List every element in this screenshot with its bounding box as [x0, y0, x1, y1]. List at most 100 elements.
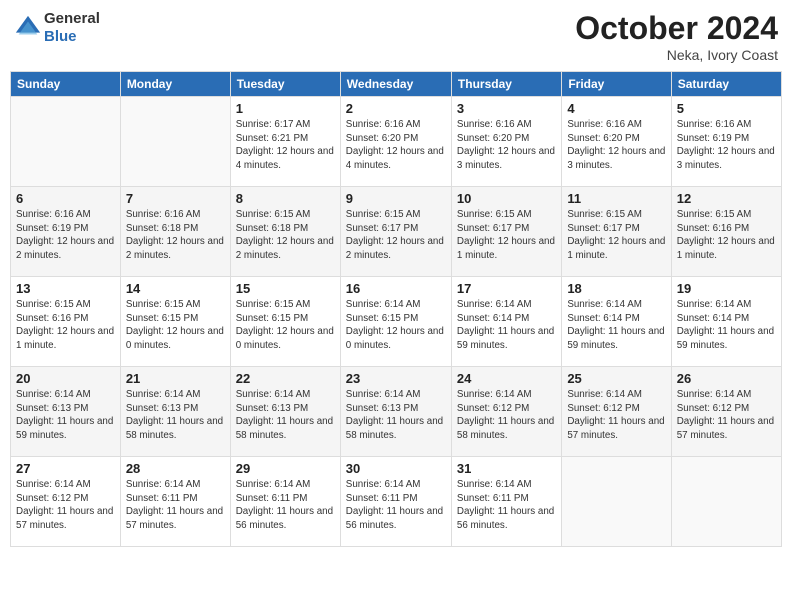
calendar-table: SundayMondayTuesdayWednesdayThursdayFrid…: [10, 71, 782, 547]
calendar-day-cell: 13 Sunrise: 6:15 AMSunset: 6:16 PMDayligh…: [11, 277, 121, 367]
location: Neka, Ivory Coast: [575, 47, 778, 63]
day-number: 20: [16, 371, 115, 386]
calendar-day-cell: 25Sunrise: 6:14 AMSunset: 6:12 PMDayligh…: [562, 367, 671, 457]
page-header: General Blue October 2024 Neka, Ivory Co…: [10, 10, 782, 63]
calendar-week-row: 13 Sunrise: 6:15 AMSunset: 6:16 PMDayligh…: [11, 277, 782, 367]
day-info: Sunrise: 6:14 AMSunset: 6:11 PMDaylight:…: [457, 478, 556, 533]
day-info: Sunrise: 6:14 AMSunset: 6:11 PMDaylight:…: [236, 478, 335, 533]
logo-blue: Blue: [44, 28, 77, 45]
day-info: Sunrise: 6:14 AMSunset: 6:14 PMDaylight:…: [457, 298, 556, 353]
day-number: 31: [457, 461, 556, 476]
calendar-day-cell: 7 Sunrise: 6:16 AMSunset: 6:18 PMDaylight…: [120, 187, 230, 277]
weekday-header: Tuesday: [230, 72, 340, 97]
logo-general: General: [44, 10, 100, 27]
day-info: Sunrise: 6:15 AMSunset: 6:16 PMDaylight:…: [677, 208, 776, 263]
calendar-day-cell: 4 Sunrise: 6:16 AMSunset: 6:20 PMDaylight…: [562, 97, 671, 187]
weekday-header: Saturday: [671, 72, 781, 97]
day-number: 27: [16, 461, 115, 476]
calendar-day-cell: 24 Sunrise: 6:14 AMSunset: 6:12 PMDayligh…: [451, 367, 561, 457]
day-number: 28: [126, 461, 225, 476]
calendar-day-cell: 5Sunrise: 6:16 AMSunset: 6:19 PMDaylight…: [671, 97, 781, 187]
calendar-week-row: 20 Sunrise: 6:14 AMSunset: 6:13 PMDayligh…: [11, 367, 782, 457]
calendar-day-cell: 22 Sunrise: 6:14 AMSunset: 6:13 PMDayligh…: [230, 367, 340, 457]
calendar-day-cell: 19 Sunrise: 6:14 AMSunset: 6:14 PMDayligh…: [671, 277, 781, 367]
calendar-day-cell: 9 Sunrise: 6:15 AMSunset: 6:17 PMDaylight…: [340, 187, 451, 277]
day-info: Sunrise: 6:15 AMSunset: 6:15 PMDaylight:…: [126, 298, 225, 353]
day-number: 22: [236, 371, 335, 386]
calendar-day-cell: 16Sunrise: 6:14 AMSunset: 6:15 PMDayligh…: [340, 277, 451, 367]
day-number: 13: [16, 281, 115, 296]
day-number: 30: [346, 461, 446, 476]
weekday-header: Wednesday: [340, 72, 451, 97]
calendar-day-cell: 30 Sunrise: 6:14 AMSunset: 6:11 PMDayligh…: [340, 457, 451, 547]
day-number: 6: [16, 191, 115, 206]
day-info: Sunrise: 6:14 AMSunset: 6:13 PMDaylight:…: [16, 388, 115, 443]
title-block: October 2024 Neka, Ivory Coast: [575, 10, 778, 63]
calendar-day-cell: 10 Sunrise: 6:15 AMSunset: 6:17 PMDayligh…: [451, 187, 561, 277]
day-number: 7: [126, 191, 225, 206]
day-number: 24: [457, 371, 556, 386]
day-number: 8: [236, 191, 335, 206]
day-number: 25: [567, 371, 665, 386]
weekday-header: Monday: [120, 72, 230, 97]
weekday-header: Thursday: [451, 72, 561, 97]
day-number: 4: [567, 101, 665, 116]
day-info: Sunrise: 6:16 AMSunset: 6:20 PMDaylight:…: [567, 118, 665, 173]
day-number: 9: [346, 191, 446, 206]
calendar-day-cell: 11 Sunrise: 6:15 AMSunset: 6:17 PMDayligh…: [562, 187, 671, 277]
day-info: Sunrise: 6:16 AMSunset: 6:20 PMDaylight:…: [346, 118, 446, 173]
day-info: Sunrise: 6:14 AMSunset: 6:13 PMDaylight:…: [346, 388, 446, 443]
calendar-day-cell: 17 Sunrise: 6:14 AMSunset: 6:14 PMDayligh…: [451, 277, 561, 367]
day-info: Sunrise: 6:16 AMSunset: 6:20 PMDaylight:…: [457, 118, 556, 173]
day-info: Sunrise: 6:14 AMSunset: 6:11 PMDaylight:…: [346, 478, 446, 533]
day-number: 29: [236, 461, 335, 476]
weekday-header: Sunday: [11, 72, 121, 97]
day-info: Sunrise: 6:15 AMSunset: 6:16 PMDaylight:…: [16, 298, 115, 353]
calendar-day-cell: 8 Sunrise: 6:15 AMSunset: 6:18 PMDaylight…: [230, 187, 340, 277]
day-number: 17: [457, 281, 556, 296]
calendar-day-cell: 27 Sunrise: 6:14 AMSunset: 6:12 PMDayligh…: [11, 457, 121, 547]
day-number: 26: [677, 371, 776, 386]
day-number: 16: [346, 281, 446, 296]
calendar-day-cell: 2 Sunrise: 6:16 AMSunset: 6:20 PMDaylight…: [340, 97, 451, 187]
calendar-day-cell: 20 Sunrise: 6:14 AMSunset: 6:13 PMDayligh…: [11, 367, 121, 457]
day-number: 2: [346, 101, 446, 116]
day-info: Sunrise: 6:14 AMSunset: 6:12 PMDaylight:…: [457, 388, 556, 443]
day-info: Sunrise: 6:14 AMSunset: 6:13 PMDaylight:…: [236, 388, 335, 443]
day-info: Sunrise: 6:14 AMSunset: 6:12 PMDaylight:…: [16, 478, 115, 533]
day-info: Sunrise: 6:15 AMSunset: 6:17 PMDaylight:…: [567, 208, 665, 263]
day-info: Sunrise: 6:14 AMSunset: 6:13 PMDaylight:…: [126, 388, 225, 443]
calendar-day-cell: 23 Sunrise: 6:14 AMSunset: 6:13 PMDayligh…: [340, 367, 451, 457]
calendar-day-cell: [11, 97, 121, 187]
day-info: Sunrise: 6:15 AMSunset: 6:17 PMDaylight:…: [457, 208, 556, 263]
day-number: 23: [346, 371, 446, 386]
day-number: 11: [567, 191, 665, 206]
calendar-day-cell: 18 Sunrise: 6:14 AMSunset: 6:14 PMDayligh…: [562, 277, 671, 367]
day-info: Sunrise: 6:15 AMSunset: 6:18 PMDaylight:…: [236, 208, 335, 263]
calendar-week-row: 27 Sunrise: 6:14 AMSunset: 6:12 PMDayligh…: [11, 457, 782, 547]
day-number: 19: [677, 281, 776, 296]
day-number: 5: [677, 101, 776, 116]
logo-icon: [14, 14, 42, 42]
calendar-day-cell: 15Sunrise: 6:15 AMSunset: 6:15 PMDayligh…: [230, 277, 340, 367]
day-info: Sunrise: 6:17 AMSunset: 6:21 PMDaylight:…: [236, 118, 335, 173]
calendar-day-cell: 3 Sunrise: 6:16 AMSunset: 6:20 PMDaylight…: [451, 97, 561, 187]
calendar-day-cell: [120, 97, 230, 187]
day-info: Sunrise: 6:14 AMSunset: 6:14 PMDaylight:…: [567, 298, 665, 353]
day-number: 18: [567, 281, 665, 296]
day-number: 10: [457, 191, 556, 206]
calendar-week-row: 6 Sunrise: 6:16 AMSunset: 6:19 PMDaylight…: [11, 187, 782, 277]
day-number: 12: [677, 191, 776, 206]
day-number: 14: [126, 281, 225, 296]
day-info: Sunrise: 6:15 AMSunset: 6:17 PMDaylight:…: [346, 208, 446, 263]
day-info: Sunrise: 6:15 AMSunset: 6:15 PMDaylight:…: [236, 298, 335, 353]
day-info: Sunrise: 6:16 AMSunset: 6:18 PMDaylight:…: [126, 208, 225, 263]
calendar-day-cell: [562, 457, 671, 547]
weekday-header-row: SundayMondayTuesdayWednesdayThursdayFrid…: [11, 72, 782, 97]
day-number: 21: [126, 371, 225, 386]
day-info: Sunrise: 6:14 AMSunset: 6:14 PMDaylight:…: [677, 298, 776, 353]
day-info: Sunrise: 6:16 AMSunset: 6:19 PMDaylight:…: [16, 208, 115, 263]
calendar-day-cell: 6 Sunrise: 6:16 AMSunset: 6:19 PMDaylight…: [11, 187, 121, 277]
day-number: 3: [457, 101, 556, 116]
calendar-week-row: 1Sunrise: 6:17 AMSunset: 6:21 PMDaylight…: [11, 97, 782, 187]
